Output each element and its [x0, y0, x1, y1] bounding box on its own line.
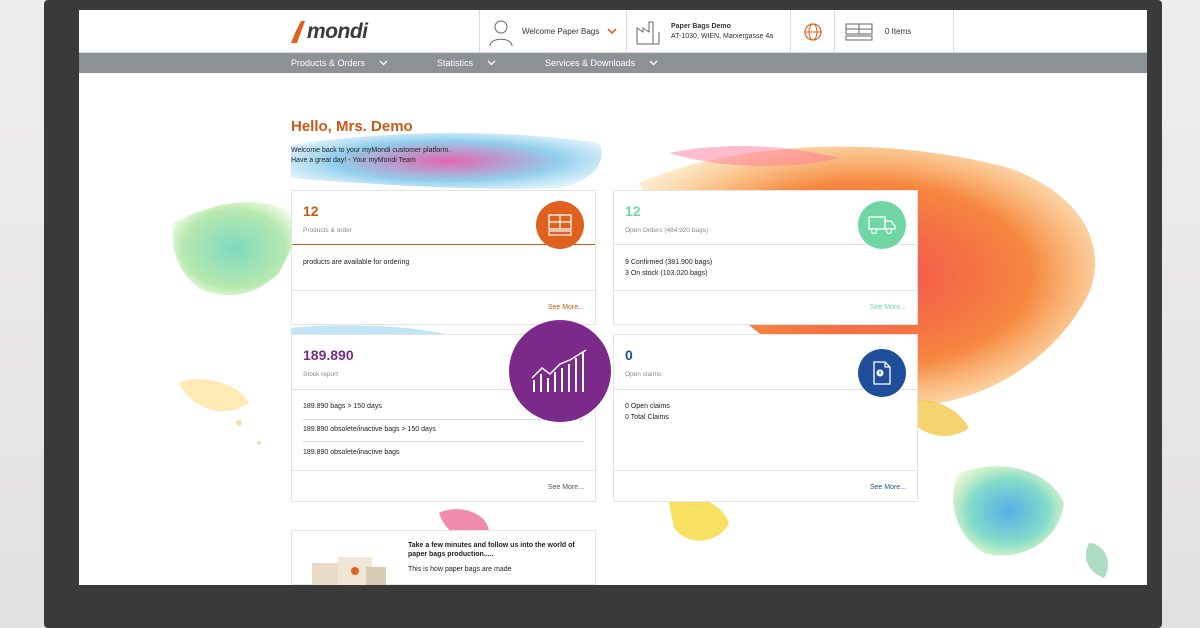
- open-orders-line-2: 3 On stock (103.020 bags): [625, 270, 708, 277]
- chevron-down-icon: [649, 60, 658, 66]
- stock-line-1: 189.890 bags > 150 days: [303, 403, 382, 410]
- cart-count: 0 Items: [885, 27, 912, 36]
- open-orders-icon-circle: [858, 201, 906, 249]
- nav-label: Products & Orders: [291, 58, 366, 68]
- top-header: mondi Welcome Paper Bags Paper Bags Demo…: [79, 10, 1147, 53]
- document-icon: [873, 361, 891, 385]
- claims-icon-circle: [858, 349, 906, 397]
- claims-card[interactable]: 0 Open claims 0 Open claims 0 Total Clai…: [613, 334, 918, 502]
- mondi-logo-mark-icon: [291, 21, 305, 43]
- products-line-1: products are available for ordering: [303, 259, 410, 266]
- card-divider: [614, 290, 917, 291]
- welcome-text: Welcome Paper Bags: [522, 27, 600, 36]
- user-icon: [489, 20, 513, 46]
- mondi-logo[interactable]: mondi: [291, 18, 368, 46]
- company-name: Paper Bags Demo: [671, 22, 731, 30]
- user-menu[interactable]: Welcome Paper Bags: [479, 10, 626, 53]
- claims-count: 0: [625, 347, 633, 363]
- factory-icon: [636, 21, 660, 44]
- logo-text: mondi: [307, 20, 368, 43]
- greeting-line-2: Have a great day! - Your myMondi Team: [291, 157, 416, 164]
- promo-card[interactable]: Take a few minutes and follow us into th…: [291, 530, 596, 585]
- greeting-message: Welcome back to your myMondi customer pl…: [291, 146, 450, 166]
- claims-line-2: 0 Total Claims: [625, 414, 669, 421]
- chevron-down-icon: [607, 28, 617, 35]
- main-nav: Products & Orders Statistics Services & …: [79, 53, 1147, 73]
- claims-see-more-link[interactable]: See More...: [870, 484, 906, 491]
- truck-icon: [868, 216, 896, 235]
- nav-products-orders[interactable]: Products & Orders: [291, 53, 388, 73]
- company-address: AT-1030, WIEN, Marxergasse 4a: [671, 32, 774, 40]
- card-divider: [614, 470, 917, 471]
- open-orders-see-more-link[interactable]: See More...: [870, 304, 906, 311]
- app-screen: mondi Welcome Paper Bags Paper Bags Demo…: [79, 10, 1147, 585]
- pallet-cart-icon: [845, 23, 873, 40]
- stock-icon-circle: [509, 320, 611, 422]
- open-orders-card[interactable]: 12 Open Orders (484.920 bags) 9 Confirme…: [613, 190, 918, 325]
- stock-separator: [303, 441, 584, 442]
- open-orders-label: Open Orders (484.920 bags): [625, 227, 709, 234]
- stock-label: Stock report: [303, 371, 339, 378]
- stock-separator: [303, 419, 584, 420]
- claims-line-1: 0 Open claims: [625, 403, 670, 410]
- pallet-icon: [548, 214, 572, 236]
- products-label: Products & order: [303, 227, 352, 234]
- stock-line-3: 189.890 obsolete/inactive bags: [303, 449, 400, 456]
- globe-icon: [803, 22, 822, 41]
- chevron-down-icon: [379, 60, 388, 66]
- nav-statistics[interactable]: Statistics: [437, 53, 496, 73]
- nav-label: Services & Downloads: [545, 58, 636, 68]
- greeting-title: Hello, Mrs. Demo: [291, 118, 413, 135]
- card-divider: [292, 290, 595, 291]
- language-selector[interactable]: [790, 10, 834, 53]
- promo-link[interactable]: This is how paper bags are made: [408, 566, 512, 573]
- nav-label: Statistics: [437, 58, 474, 68]
- paper-bags-image: [312, 557, 386, 585]
- card-divider: [292, 470, 595, 471]
- promo-title: Take a few minutes and follow us into th…: [408, 542, 575, 558]
- company-info: Paper Bags Demo AT-1030, WIEN, Marxergas…: [671, 22, 773, 42]
- stock-see-more-link[interactable]: See More...: [548, 484, 584, 491]
- world-map-background: [172, 133, 1109, 578]
- products-see-more-link[interactable]: See More...: [548, 304, 584, 311]
- products-count: 12: [303, 203, 319, 219]
- nav-services-downloads[interactable]: Services & Downloads: [545, 53, 658, 73]
- claims-label: Open claims: [625, 371, 662, 378]
- stock-count: 189.890: [303, 347, 354, 363]
- chevron-down-icon: [487, 60, 496, 66]
- products-icon-circle: [536, 201, 584, 249]
- greeting-line-1: Welcome back to your myMondi customer pl…: [291, 147, 451, 154]
- stock-line-2: 189.890 obsolete/inactive bags > 150 day…: [303, 426, 436, 433]
- products-card[interactable]: 12 Products & order products are availab…: [291, 190, 596, 325]
- bar-chart-icon: [531, 349, 587, 392]
- company-selector[interactable]: Paper Bags Demo AT-1030, WIEN, Marxergas…: [626, 10, 790, 53]
- open-orders-line-1: 9 Confirmed (381.900 bags): [625, 259, 713, 266]
- open-orders-count: 12: [625, 203, 641, 219]
- cart-button[interactable]: 0 Items: [834, 10, 954, 53]
